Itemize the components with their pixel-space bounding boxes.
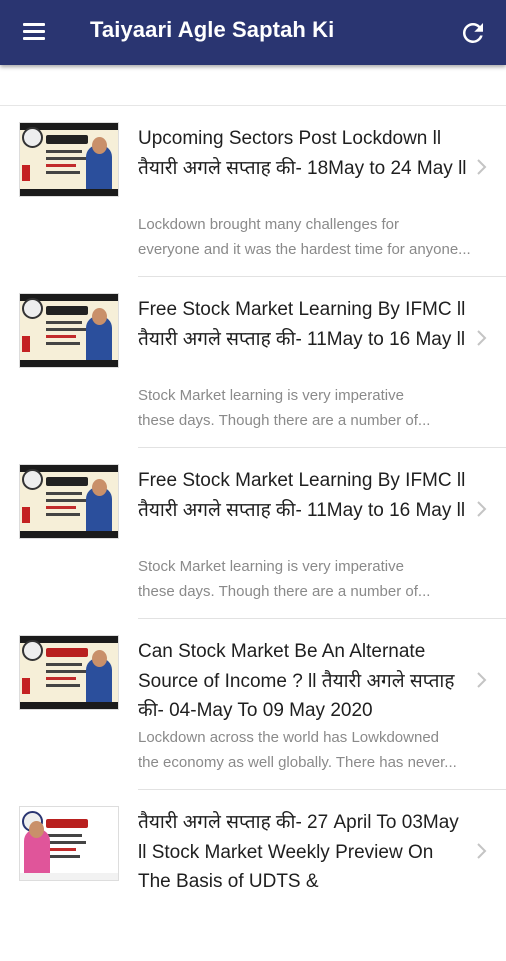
post-excerpt: Lockdown brought many challenges for eve… <box>138 213 490 262</box>
chevron-right-icon <box>477 159 487 175</box>
video-thumbnail-icon <box>20 807 118 880</box>
video-thumbnail-icon <box>20 465 118 538</box>
post-excerpt: Stock Market learning is very imperative… <box>138 555 490 604</box>
list-item[interactable]: Upcoming Sectors Post Lockdown ll तैयारी… <box>0 106 506 277</box>
chevron-right-icon <box>477 843 487 859</box>
post-excerpt-line: Lockdown brought many challenges for <box>138 216 399 233</box>
post-excerpt-line: Stock Market learning is very imperative <box>138 387 404 404</box>
post-title: Upcoming Sectors Post Lockdown ll तैयारी… <box>138 128 467 179</box>
list-item[interactable]: Can Stock Market Be An Alternate Source … <box>0 619 506 790</box>
video-thumbnail-icon <box>20 294 118 367</box>
list-item[interactable]: तैयारी अगले सप्ताह की- 27 April To 03May… <box>0 790 506 961</box>
chevron-right-icon <box>477 501 487 517</box>
post-title: Can Stock Market Be An Alternate Source … <box>138 641 455 721</box>
post-excerpt-line: everyone and it was the hardest time for… <box>138 240 471 258</box>
video-thumbnail-icon <box>20 123 118 196</box>
post-excerpt-line: these days. Though there are a number of… <box>138 582 431 600</box>
post-title: तैयारी अगले सप्ताह की- 27 April To 03May… <box>138 812 459 892</box>
video-thumbnail-icon <box>20 636 118 709</box>
refresh-icon[interactable] <box>458 18 488 48</box>
post-excerpt: Stock Market learning is very imperative… <box>138 384 490 433</box>
chevron-right-icon <box>477 672 487 688</box>
list-item[interactable]: Free Stock Market Learning By IFMC ll तै… <box>0 448 506 619</box>
post-title: Free Stock Market Learning By IFMC ll तै… <box>138 299 466 350</box>
app-bar: Taiyaari Agle Saptah Ki <box>0 0 506 65</box>
post-excerpt-line: Stock Market learning is very imperative <box>138 558 404 575</box>
post-excerpt: Lockdown across the world has Lowkdowned… <box>138 726 490 775</box>
chevron-right-icon <box>477 330 487 346</box>
list-item[interactable]: Free Stock Market Learning By IFMC ll तै… <box>0 277 506 448</box>
post-title: Free Stock Market Learning By IFMC ll तै… <box>138 470 466 521</box>
post-excerpt-line: these days. Though there are a number of… <box>138 411 431 429</box>
app-title: Taiyaari Agle Saptah Ki <box>90 17 335 42</box>
menu-icon[interactable] <box>20 20 48 44</box>
post-excerpt-line: the economy as well globally. There has … <box>138 753 457 771</box>
post-excerpt-line: Lockdown across the world has Lowkdowned <box>138 729 440 746</box>
post-list: Upcoming Sectors Post Lockdown ll तैयारी… <box>0 106 506 961</box>
